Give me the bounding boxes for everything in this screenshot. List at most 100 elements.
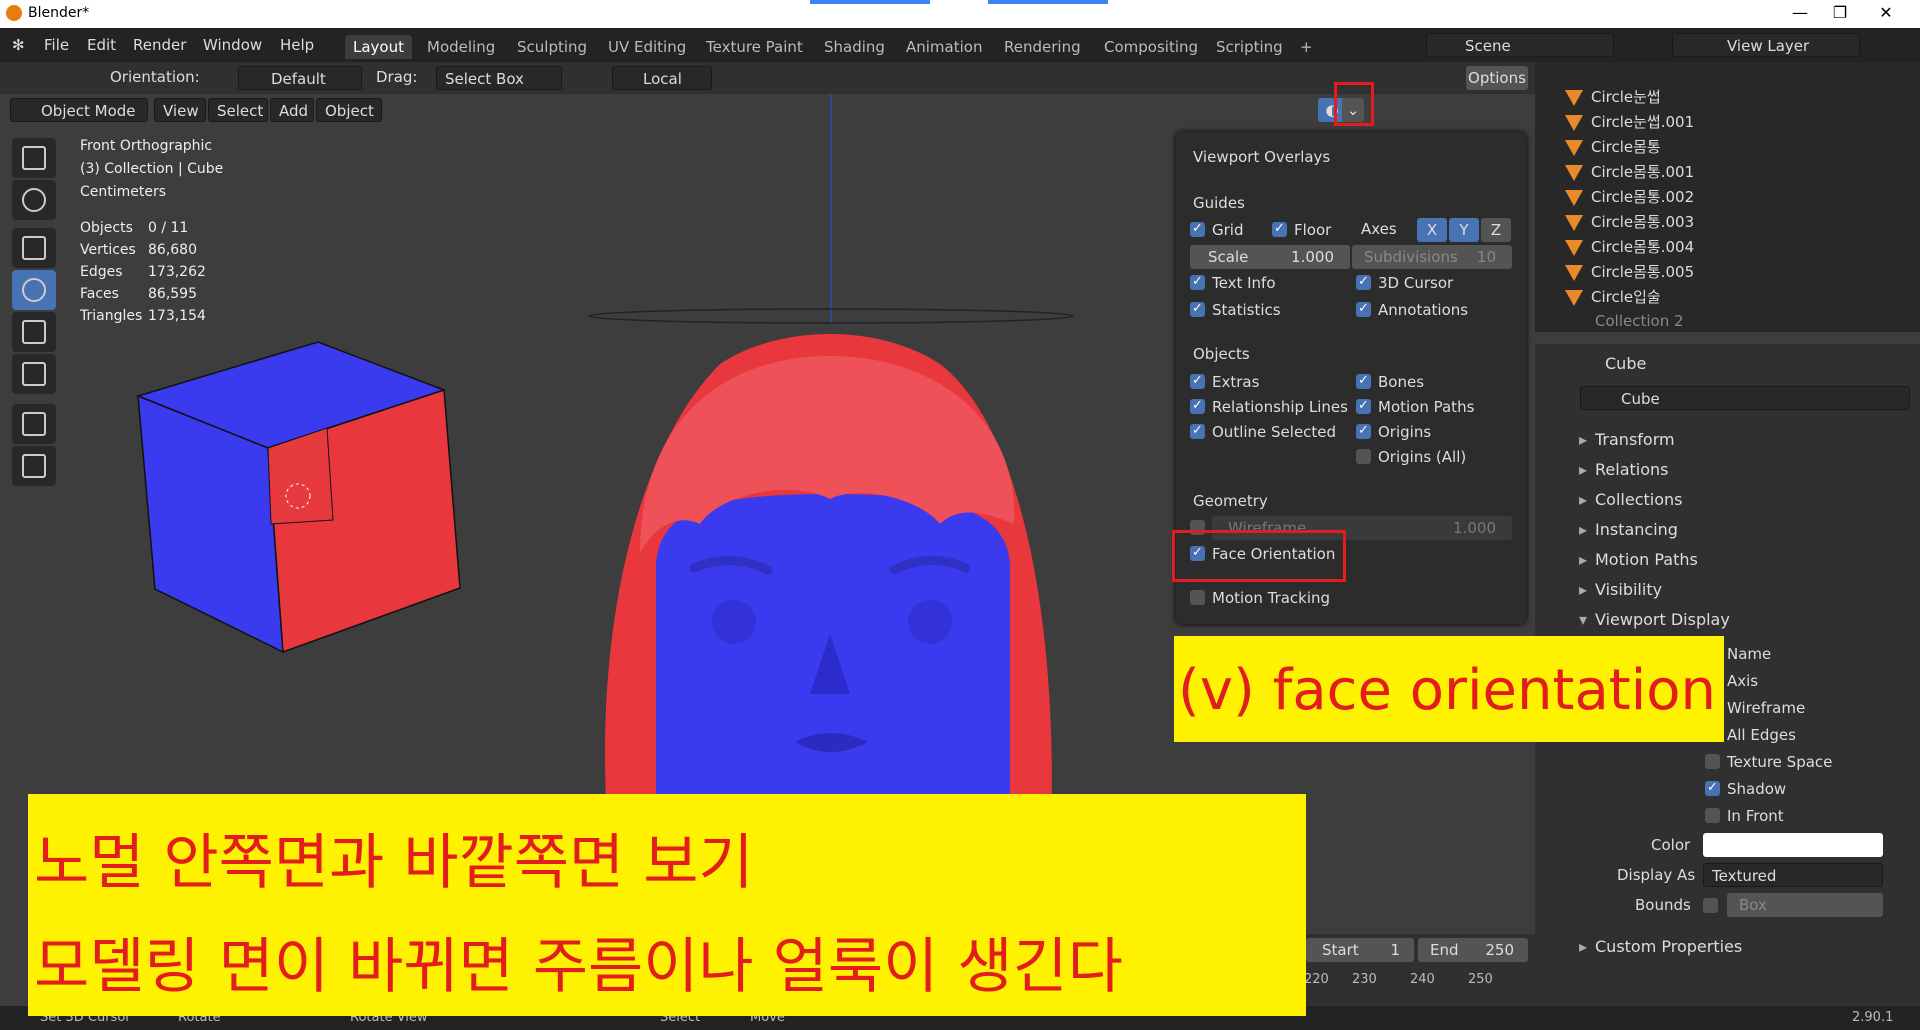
- section-instancing[interactable]: Instancing: [1579, 520, 1678, 539]
- subdiv-value: 10: [1476, 248, 1496, 266]
- display-as-dropdown[interactable]: Textured: [1703, 863, 1883, 887]
- section-viewport-display[interactable]: Viewport Display: [1579, 610, 1730, 629]
- start-frame-field[interactable]: Start 1: [1306, 938, 1414, 962]
- section-visibility[interactable]: Visibility: [1579, 580, 1662, 599]
- select-tool-button[interactable]: [12, 138, 56, 178]
- motion-tracking-checkbox[interactable]: Motion Tracking: [1190, 588, 1330, 608]
- outliner-item[interactable]: Circle입술: [1565, 286, 1661, 308]
- menu-render[interactable]: Render: [133, 36, 186, 54]
- menu-add[interactable]: Add: [270, 98, 314, 122]
- outliner-item[interactable]: Circle몸통.003: [1565, 211, 1694, 233]
- tab-uv-editing[interactable]: UV Editing: [600, 35, 694, 59]
- extras-checkbox[interactable]: Extras: [1190, 371, 1259, 392]
- orientation-dropdown[interactable]: Default: [238, 66, 362, 90]
- drag-dropdown[interactable]: Select Box: [436, 66, 562, 90]
- bones-checkbox[interactable]: Bones: [1356, 371, 1424, 392]
- mode-dropdown[interactable]: Object Mode: [10, 98, 148, 122]
- menu-edit[interactable]: Edit: [87, 36, 116, 54]
- statistics-checkbox[interactable]: Statistics: [1190, 299, 1281, 320]
- motion-paths-checkbox[interactable]: Motion Paths: [1356, 396, 1474, 417]
- transform-icon: [22, 362, 46, 386]
- vd-texture-space-checkbox[interactable]: Texture Space: [1705, 752, 1832, 772]
- tab-modeling[interactable]: Modeling: [419, 35, 503, 59]
- color-swatch[interactable]: [1703, 833, 1883, 857]
- section-custom-properties[interactable]: Custom Properties: [1579, 937, 1742, 956]
- tab-sculpting[interactable]: Sculpting: [509, 35, 595, 59]
- bounds-dropdown[interactable]: Box: [1727, 893, 1883, 917]
- maximize-icon[interactable]: ❐: [1820, 3, 1860, 22]
- bounds-checkbox[interactable]: [1703, 896, 1725, 916]
- tab-layout[interactable]: Layout: [345, 35, 412, 59]
- annotations-checkbox[interactable]: Annotations: [1356, 299, 1468, 320]
- stat-label: Faces: [80, 286, 119, 302]
- menu-file[interactable]: File: [44, 36, 69, 54]
- annotate-tool-button[interactable]: [12, 404, 56, 444]
- menu-select[interactable]: Select: [208, 98, 268, 122]
- axis-x-toggle[interactable]: X: [1417, 218, 1447, 242]
- minimize-icon[interactable]: —: [1780, 3, 1820, 22]
- grid-checkbox[interactable]: Grid: [1190, 219, 1243, 240]
- subdiv-label: Subdivisions: [1364, 248, 1458, 266]
- outliner-item[interactable]: Circle몸통.002: [1565, 186, 1694, 208]
- end-frame-field[interactable]: End 250: [1418, 938, 1528, 962]
- outliner-item[interactable]: Circle몸통: [1565, 136, 1661, 158]
- vd-in-front-checkbox[interactable]: In Front: [1705, 806, 1784, 826]
- drag-value: Select Box: [445, 70, 524, 88]
- tab-compositing[interactable]: Compositing: [1096, 35, 1206, 59]
- outline-selected-checkbox[interactable]: Outline Selected: [1190, 421, 1336, 442]
- menu-window[interactable]: Window: [203, 36, 262, 54]
- outliner-item[interactable]: Circle몸통.004: [1565, 236, 1694, 258]
- axis-y-toggle[interactable]: Y: [1449, 218, 1479, 242]
- pivot-dropdown[interactable]: Local: [612, 66, 712, 90]
- section-transform[interactable]: Transform: [1579, 430, 1675, 449]
- view-name: Front Orthographic: [80, 138, 213, 154]
- move-tool-button[interactable]: [12, 228, 56, 268]
- vd-shadow-checkbox[interactable]: Shadow: [1705, 778, 1786, 799]
- subdivisions-field[interactable]: Subdivisions 10: [1352, 245, 1512, 269]
- options-button[interactable]: Options: [1466, 66, 1528, 90]
- mesh-icon: [1565, 164, 1583, 181]
- tab-shading[interactable]: Shading: [816, 35, 893, 59]
- section-relations[interactable]: Relations: [1579, 460, 1669, 479]
- origins-all-checkbox[interactable]: Origins (All): [1356, 447, 1466, 467]
- menu-object[interactable]: Object: [316, 98, 382, 122]
- axis-z-toggle[interactable]: Z: [1481, 218, 1511, 242]
- blender-menu-icon[interactable]: ✻: [12, 36, 25, 54]
- relationship-lines-checkbox[interactable]: Relationship Lines: [1190, 396, 1348, 417]
- props-object-name: Cube: [1605, 354, 1647, 373]
- transform-tool-button[interactable]: [12, 354, 56, 394]
- scene-selector[interactable]: Scene: [1426, 33, 1614, 57]
- section-motion-paths[interactable]: Motion Paths: [1579, 550, 1698, 569]
- tool-header: Orientation: Default Drag: Select Box Lo…: [0, 62, 1535, 94]
- face-orientation-note-text: (v) face orientation: [1178, 658, 1717, 723]
- menu-view[interactable]: View: [154, 98, 206, 122]
- close-icon[interactable]: ✕: [1866, 3, 1906, 22]
- tab-animation[interactable]: Animation: [898, 35, 990, 59]
- outliner-item[interactable]: Circle눈썹: [1565, 86, 1661, 108]
- measure-tool-button[interactable]: [12, 446, 56, 486]
- tab-scripting[interactable]: Scripting: [1208, 35, 1291, 59]
- mesh-icon: [1565, 239, 1583, 256]
- outliner-item[interactable]: Circle몸통.005: [1565, 261, 1694, 283]
- scale-tool-button[interactable]: [12, 312, 56, 352]
- cursor-tool-button[interactable]: [12, 180, 56, 220]
- rotate-tool-button[interactable]: [12, 270, 56, 310]
- section-collections[interactable]: Collections: [1579, 490, 1683, 509]
- origins-checkbox[interactable]: Origins: [1356, 421, 1431, 442]
- text-info-checkbox[interactable]: Text Info: [1190, 272, 1276, 293]
- outliner-collection-2[interactable]: Collection 2: [1595, 312, 1684, 334]
- tab-rendering[interactable]: Rendering: [996, 35, 1089, 59]
- korean-note-line2: 모델링 면이 바뀌면 주름이나 얼룩이 생긴다: [34, 932, 1123, 1002]
- add-workspace-button[interactable]: +: [1292, 35, 1321, 59]
- outliner-item[interactable]: Circle눈썹.001: [1565, 111, 1694, 133]
- outliner-item[interactable]: Circle몸통.001: [1565, 161, 1694, 183]
- view-layer-selector[interactable]: View Layer: [1672, 33, 1860, 57]
- 3d-cursor-checkbox[interactable]: 3D Cursor: [1356, 272, 1453, 293]
- object-name-field[interactable]: Cube: [1580, 386, 1910, 410]
- menu-help[interactable]: Help: [280, 36, 314, 54]
- tab-texture-paint[interactable]: Texture Paint: [698, 35, 811, 59]
- title-highlight: [988, 0, 1108, 4]
- scale-field[interactable]: Scale 1.000: [1190, 245, 1350, 269]
- stat-value: 86,595: [148, 286, 197, 302]
- floor-checkbox[interactable]: Floor: [1272, 219, 1331, 240]
